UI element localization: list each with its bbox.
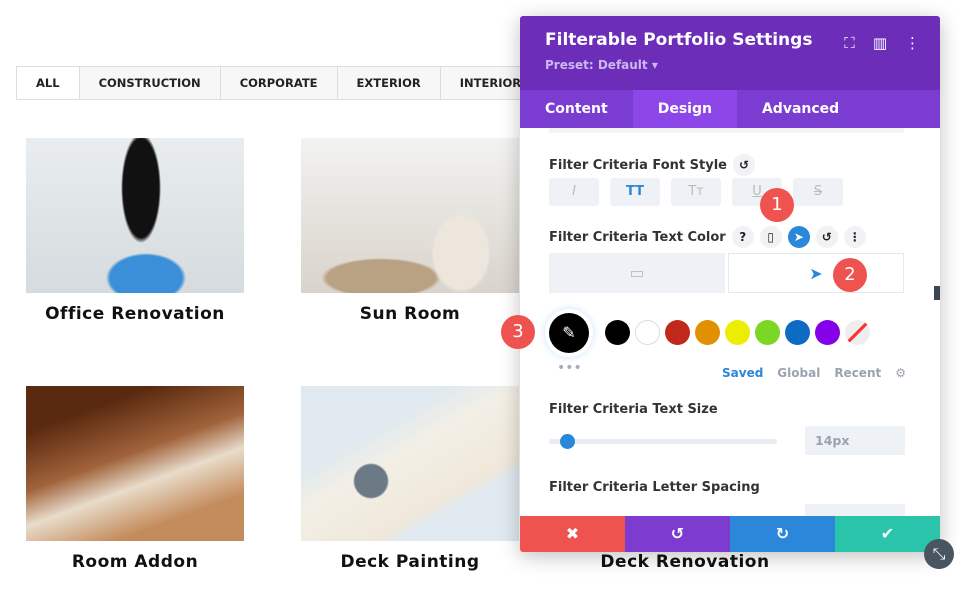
tab-advanced[interactable]: Advanced — [737, 90, 864, 128]
undo-button[interactable]: ↺ — [625, 516, 730, 552]
filter-all[interactable]: ALL — [17, 67, 80, 99]
scrollbar[interactable] — [934, 286, 940, 300]
step-badge-1: 1 — [760, 188, 794, 222]
reset-icon[interactable]: ↺ — [732, 154, 755, 176]
cancel-button[interactable]: ✖ — [520, 516, 625, 552]
portfolio-item[interactable]: Room Addon — [26, 386, 244, 572]
italic-button[interactable]: I — [549, 178, 599, 206]
step-badge-2: 2 — [833, 258, 867, 292]
portfolio-image — [26, 386, 244, 541]
portfolio-title: Room Addon — [71, 552, 199, 572]
filter-construction[interactable]: CONSTRUCTION — [79, 67, 221, 99]
preset-dropdown[interactable]: Preset: Default ▾ — [545, 58, 915, 72]
hover-state-tab[interactable]: ➤ — [728, 253, 904, 293]
portfolio-title: Deck Painting — [340, 552, 480, 572]
cursor-icon: ➤ — [809, 264, 823, 283]
redo-button[interactable]: ↻ — [730, 516, 835, 552]
swatch-green[interactable] — [755, 320, 780, 345]
reset-icon[interactable]: ↺ — [815, 226, 838, 248]
panel-header: Filterable Portfolio Settings Preset: De… — [520, 16, 940, 90]
filter-corporate[interactable]: CORPORATE — [220, 67, 338, 99]
swatch-purple[interactable] — [815, 320, 840, 345]
palette-tab-recent[interactable]: Recent — [834, 366, 881, 380]
palette-tab-saved[interactable]: Saved — [722, 366, 763, 380]
sidebar-layout-icon[interactable]: ▥ — [873, 34, 887, 52]
smallcaps-button[interactable]: Tт — [671, 178, 721, 206]
responsive-icon[interactable]: ▯ — [759, 226, 782, 248]
save-button[interactable]: ✔ — [835, 516, 940, 552]
portfolio-image — [301, 138, 519, 293]
fullscreen-icon[interactable]: ⛶ — [844, 34, 855, 52]
eyedropper-icon: ✎ — [562, 323, 576, 342]
portfolio-title: Deck Renovation — [600, 552, 770, 572]
step-badge-3: 3 — [501, 315, 535, 349]
eyedropper-button[interactable]: ✎ — [549, 313, 589, 353]
portfolio-item[interactable]: Deck Painting — [301, 386, 519, 572]
tab-design[interactable]: Design — [632, 90, 737, 128]
swatch-blue[interactable] — [785, 320, 810, 345]
slider-handle[interactable] — [560, 434, 576, 449]
portfolio-item[interactable]: Office Renovation — [26, 138, 244, 324]
hover-cursor-icon[interactable]: ➤ — [787, 226, 810, 248]
portfolio-image — [301, 386, 519, 541]
settings-panel: Filterable Portfolio Settings Preset: De… — [520, 16, 940, 552]
tab-content[interactable]: Content — [520, 90, 633, 128]
text-color-label: Filter Criteria Text Color? ▯ ➤ ↺ ⋮ — [549, 226, 866, 248]
swatch-transparent[interactable] — [845, 320, 870, 345]
font-style-label: Filter Criteria Font Style ↺ — [549, 154, 755, 176]
swatch-orange[interactable] — [695, 320, 720, 345]
more-icon[interactable]: ⋮ — [843, 226, 866, 248]
swatch-red[interactable] — [665, 320, 690, 345]
more-swatches-icon[interactable]: ••• — [557, 360, 582, 376]
portfolio-item[interactable]: Sun Room — [301, 138, 519, 324]
text-size-input[interactable]: 14px — [805, 426, 905, 455]
text-size-slider[interactable] — [549, 434, 777, 449]
palette-settings-icon[interactable]: ⚙ — [895, 366, 906, 380]
palette-tab-global[interactable]: Global — [777, 366, 820, 380]
swatch-black[interactable] — [605, 320, 630, 345]
help-icon[interactable]: ? — [731, 226, 754, 248]
swatch-white[interactable] — [635, 320, 660, 345]
strikethrough-button[interactable]: S — [793, 178, 843, 206]
default-state-tab[interactable]: ▭ — [549, 253, 725, 293]
swatch-yellow[interactable] — [725, 320, 750, 345]
uppercase-button[interactable]: TT — [610, 178, 660, 206]
resize-icon[interactable]: ⤡ — [924, 539, 954, 569]
text-size-label: Filter Criteria Text Size — [549, 402, 718, 417]
filter-bar: ALL CONSTRUCTION CORPORATE EXTERIOR INTE… — [16, 66, 543, 100]
letter-spacing-label: Filter Criteria Letter Spacing — [549, 480, 760, 495]
more-options-icon[interactable]: ⋮ — [905, 34, 920, 52]
portfolio-image — [26, 138, 244, 293]
filter-exterior[interactable]: EXTERIOR — [337, 67, 441, 99]
desktop-icon: ▭ — [629, 263, 645, 282]
portfolio-title: Office Renovation — [45, 304, 225, 324]
